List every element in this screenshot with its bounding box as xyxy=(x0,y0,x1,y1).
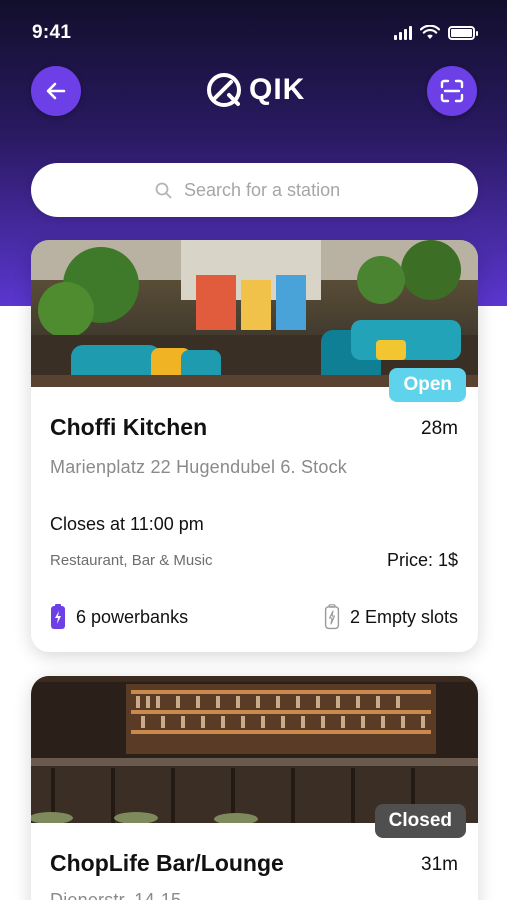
qik-logo-icon xyxy=(207,73,241,107)
scan-icon xyxy=(440,79,464,103)
logo-text: QIK xyxy=(249,73,306,106)
empty-slot-icon xyxy=(324,604,340,630)
status-time: 9:41 xyxy=(32,22,72,43)
scan-button[interactable] xyxy=(427,66,477,116)
station-card[interactable]: Closed ChopLife Bar/Lounge 31m Dienerstr… xyxy=(31,676,478,900)
wifi-icon xyxy=(420,25,440,39)
station-category: Restaurant, Bar & Music xyxy=(50,552,213,569)
signal-icon xyxy=(394,25,412,40)
station-hours: Closes at 11:00 pm xyxy=(50,514,204,534)
status-badge: Closed xyxy=(374,804,466,838)
station-distance: 31m xyxy=(421,854,458,875)
back-arrow-icon xyxy=(46,82,66,100)
empty-slots-count: 2 Empty slots xyxy=(349,606,458,627)
empty-slots-info: 2 Empty slots xyxy=(324,604,458,630)
powerbanks-info: 6 powerbanks xyxy=(50,604,188,630)
station-image xyxy=(31,676,478,823)
station-card[interactable]: Open Choffi Kitchen 28m Marienplatz 22 H… xyxy=(31,240,478,652)
station-distance: 28m xyxy=(421,418,458,439)
search-input[interactable] xyxy=(184,179,354,201)
powerbank-icon xyxy=(51,604,65,629)
app-logo: QIK xyxy=(205,70,305,110)
status-bar: 9:41 xyxy=(0,0,507,62)
status-icons xyxy=(394,25,478,40)
battery-icon xyxy=(448,25,478,40)
station-name: ChopLife Bar/Lounge xyxy=(50,850,284,876)
station-address: Marienplatz 22 Hugendubel 6. Stock xyxy=(50,457,347,477)
status-badge: Open xyxy=(389,368,466,402)
station-name: Choffi Kitchen xyxy=(50,414,208,440)
station-address: Dienerstr. 14-15 xyxy=(50,890,182,900)
back-button[interactable] xyxy=(31,66,81,116)
search-bar[interactable] xyxy=(31,163,478,217)
availability-row: 6 powerbanks 2 Empty slots xyxy=(50,604,458,630)
powerbanks-count: 6 powerbanks xyxy=(76,606,189,627)
station-image xyxy=(31,240,478,387)
station-price: Price: 1$ xyxy=(386,550,458,570)
search-icon xyxy=(155,182,172,198)
